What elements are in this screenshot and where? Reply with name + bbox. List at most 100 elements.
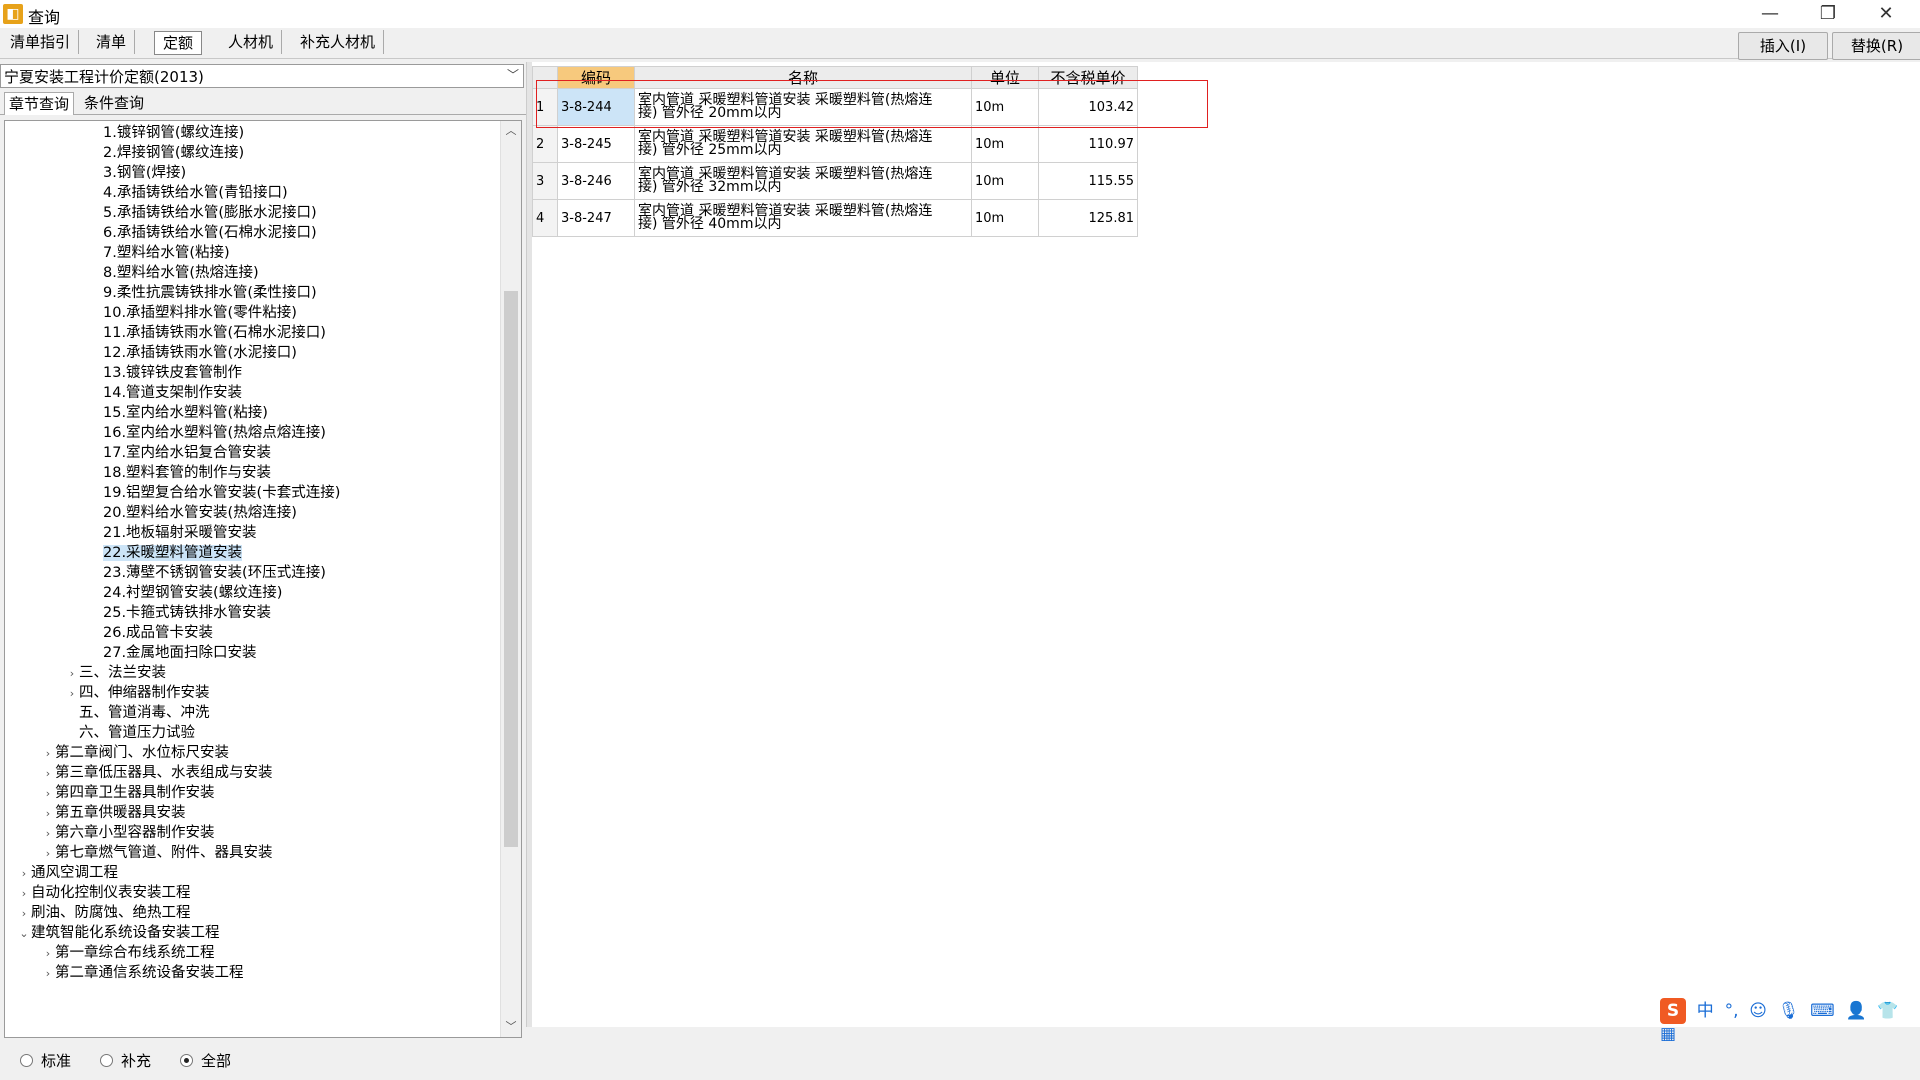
price-cell[interactable]: 110.97 xyxy=(1038,125,1138,163)
microphone-icon[interactable]: 🎙 xyxy=(1778,1001,1800,1021)
radio-all[interactable]: 全部 xyxy=(180,1050,231,1071)
tree-item[interactable]: 6.承插铸铁给水管(石棉水泥接口) xyxy=(89,223,317,243)
expand-chevron-icon[interactable]: › xyxy=(41,944,55,964)
minimize-button[interactable]: — xyxy=(1742,0,1798,28)
tree-item[interactable]: 1.镀锌钢管(螺纹连接) xyxy=(89,123,244,143)
insert-button[interactable]: 插入(I) xyxy=(1738,32,1828,60)
expand-chevron-icon[interactable]: › xyxy=(41,964,55,984)
tree-item[interactable]: 20.塑料给水管安装(热熔连接) xyxy=(89,503,297,523)
tree-item[interactable]: › 第七章燃气管道、附件、器具安装 xyxy=(41,843,273,863)
radio-supplement[interactable]: 补充 xyxy=(100,1050,151,1071)
tree-item[interactable]: 10.承插塑料排水管(零件粘接) xyxy=(89,303,297,323)
expand-chevron-icon[interactable]: › xyxy=(65,664,79,684)
tree-item[interactable]: 25.卡箍式铸铁排水管安装 xyxy=(89,603,271,623)
code-cell[interactable]: 3-8-245 xyxy=(557,125,635,163)
tree-item[interactable]: 六、管道压力试验 xyxy=(65,723,195,743)
tree-item[interactable]: 26.成品管卡安装 xyxy=(89,623,213,643)
tree-scrollbar[interactable]: ︿ ﹀ xyxy=(500,121,521,1037)
quota-library-select[interactable]: 宁夏安装工程计价定额(2013) ﹀ xyxy=(0,64,524,88)
tree-item[interactable]: 24.衬塑钢管安装(螺纹连接) xyxy=(89,583,282,603)
tree-item[interactable]: 12.承插铸铁雨水管(水泥接口) xyxy=(89,343,297,363)
expanded-chevron-icon[interactable]: ⌄ xyxy=(17,924,31,944)
scroll-down-icon[interactable]: ﹀ xyxy=(501,1017,521,1037)
radio-standard[interactable]: 标准 xyxy=(20,1050,71,1071)
expand-chevron-icon[interactable]: › xyxy=(41,804,55,824)
tab-condition-query[interactable]: 条件查询 xyxy=(80,92,148,114)
user-icon[interactable]: 👤 xyxy=(1845,1001,1866,1021)
tree-item[interactable]: › 第五章供暖器具安装 xyxy=(41,803,186,823)
expand-chevron-icon[interactable]: › xyxy=(17,904,31,924)
expand-chevron-icon[interactable]: › xyxy=(41,784,55,804)
ime-language-indicator[interactable]: 中 xyxy=(1697,996,1714,1021)
tree-item[interactable]: › 第六章小型容器制作安装 xyxy=(41,823,215,843)
tree-item[interactable]: 11.承插铸铁雨水管(石棉水泥接口) xyxy=(89,323,326,343)
skin-icon[interactable]: 👕 xyxy=(1877,1001,1898,1021)
tree-item[interactable]: 7.塑料给水管(粘接) xyxy=(89,243,230,263)
tree-item[interactable]: 23.薄壁不锈钢管安装(环压式连接) xyxy=(89,563,326,583)
tree-item[interactable]: › 第二章通信系统设备安装工程 xyxy=(41,963,244,983)
punctuation-icon[interactable]: °, xyxy=(1725,1001,1739,1021)
name-cell[interactable]: 室内管道 采暖塑料管道安装 采暖塑料管(热熔连 接) 管外径 25mm以内 xyxy=(634,125,972,163)
tab-quota[interactable]: 定额 xyxy=(154,31,203,55)
tree-item[interactable]: 9.柔性抗震铸铁排水管(柔性接口) xyxy=(89,283,317,303)
expand-chevron-icon[interactable]: › xyxy=(41,844,55,864)
tree-item[interactable]: 17.室内给水铝复合管安装 xyxy=(89,443,271,463)
tree-item[interactable]: › 四、伸缩器制作安装 xyxy=(65,683,210,703)
tree-item[interactable]: ⌄ 建筑智能化系统设备安装工程 xyxy=(17,923,219,944)
keyboard-icon[interactable]: ⌨ xyxy=(1810,1001,1835,1021)
expand-chevron-icon[interactable]: › xyxy=(41,764,55,784)
emoji-icon[interactable]: ☺ xyxy=(1749,1001,1767,1021)
tree-item[interactable]: 14.管道支架制作安装 xyxy=(89,383,242,403)
tree-item[interactable]: 22.采暖塑料管道安装 xyxy=(89,543,243,563)
scrollbar-thumb[interactable] xyxy=(504,291,518,847)
tree-item[interactable]: › 第一章综合布线系统工程 xyxy=(41,943,215,963)
tab-supplementary-lmm[interactable]: 补充人材机 xyxy=(292,30,385,54)
tree-item[interactable]: › 通风空调工程 xyxy=(17,863,118,883)
table-row[interactable]: 4 3-8-247 室内管道 采暖塑料管道安装 采暖塑料管(热熔连 接) 管外径 … xyxy=(532,199,1138,237)
tree-item[interactable]: 2.焊接钢管(螺纹连接) xyxy=(89,143,244,163)
replace-button[interactable]: 替换(R) xyxy=(1832,32,1920,60)
code-cell[interactable]: 3-8-246 xyxy=(557,162,635,200)
unit-cell[interactable]: 10m xyxy=(971,199,1039,237)
maximize-button[interactable]: ❐ xyxy=(1800,0,1856,28)
name-cell[interactable]: 室内管道 采暖塑料管道安装 采暖塑料管(热熔连 接) 管外径 40mm以内 xyxy=(634,199,972,237)
chapter-tree[interactable]: ︿ ﹀ 1.镀锌钢管(螺纹连接) 2.焊接钢管(螺纹连接) 3.钢管(焊接) 4.承插… xyxy=(4,120,522,1038)
sogou-logo-icon[interactable]: S xyxy=(1660,998,1686,1024)
tree-item[interactable]: › 自动化控制仪表安装工程 xyxy=(17,883,191,903)
tree-item[interactable]: 27.金属地面扫除口安装 xyxy=(89,643,257,663)
expand-chevron-icon[interactable]: › xyxy=(17,864,31,884)
expand-chevron-icon[interactable]: › xyxy=(41,744,55,764)
tree-item[interactable]: › 刷油、防腐蚀、绝热工程 xyxy=(17,903,191,923)
table-row[interactable]: 3 3-8-246 室内管道 采暖塑料管道安装 采暖塑料管(热熔连 接) 管外径 … xyxy=(532,162,1138,200)
tree-item[interactable]: 3.钢管(焊接) xyxy=(89,163,186,183)
close-button[interactable]: ✕ xyxy=(1858,0,1914,28)
name-cell[interactable]: 室内管道 采暖塑料管道安装 采暖塑料管(热熔连 接) 管外径 32mm以内 xyxy=(634,162,972,200)
tree-item[interactable]: 5.承插铸铁给水管(膨胀水泥接口) xyxy=(89,203,317,223)
tree-item[interactable]: › 第三章低压器具、水表组成与安装 xyxy=(41,763,273,783)
table-row[interactable]: 2 3-8-245 室内管道 采暖塑料管道安装 采暖塑料管(热熔连 接) 管外径 … xyxy=(532,125,1138,163)
price-cell[interactable]: 115.55 xyxy=(1038,162,1138,200)
tab-bill[interactable]: 清单 xyxy=(88,30,136,54)
unit-cell[interactable]: 10m xyxy=(971,125,1039,163)
tab-chapter-query[interactable]: 章节查询 xyxy=(4,92,75,115)
unit-cell[interactable]: 10m xyxy=(971,162,1039,200)
tree-item[interactable]: 18.塑料套管的制作与安装 xyxy=(89,463,271,483)
tree-item[interactable]: 8.塑料给水管(热熔连接) xyxy=(89,263,259,283)
grid-menu-icon[interactable]: ▦ xyxy=(1660,1024,1676,1044)
expand-chevron-icon[interactable]: › xyxy=(17,884,31,904)
expand-chevron-icon[interactable]: › xyxy=(65,684,79,704)
code-cell[interactable]: 3-8-247 xyxy=(557,199,635,237)
tab-labor-material-machine[interactable]: 人材机 xyxy=(220,30,283,54)
tree-item[interactable]: 16.室内给水塑料管(热熔点熔连接) xyxy=(89,423,326,443)
scroll-up-icon[interactable]: ︿ xyxy=(501,121,521,141)
price-cell[interactable]: 125.81 xyxy=(1038,199,1138,237)
tree-item[interactable]: › 三、法兰安装 xyxy=(65,663,166,683)
expand-chevron-icon[interactable]: › xyxy=(41,824,55,844)
tree-item[interactable]: 4.承插铸铁给水管(青铅接口) xyxy=(89,183,288,203)
tree-item[interactable]: 五、管道消毒、冲洗 xyxy=(65,703,210,723)
tree-item[interactable]: › 第二章阀门、水位标尺安装 xyxy=(41,743,229,763)
tree-item[interactable]: › 第四章卫生器具制作安装 xyxy=(41,783,215,803)
tree-item[interactable]: 15.室内给水塑料管(粘接) xyxy=(89,403,268,423)
tree-item[interactable]: 21.地板辐射采暖管安装 xyxy=(89,523,257,543)
tree-item[interactable]: 19.铝塑复合给水管安装(卡套式连接) xyxy=(89,483,340,503)
